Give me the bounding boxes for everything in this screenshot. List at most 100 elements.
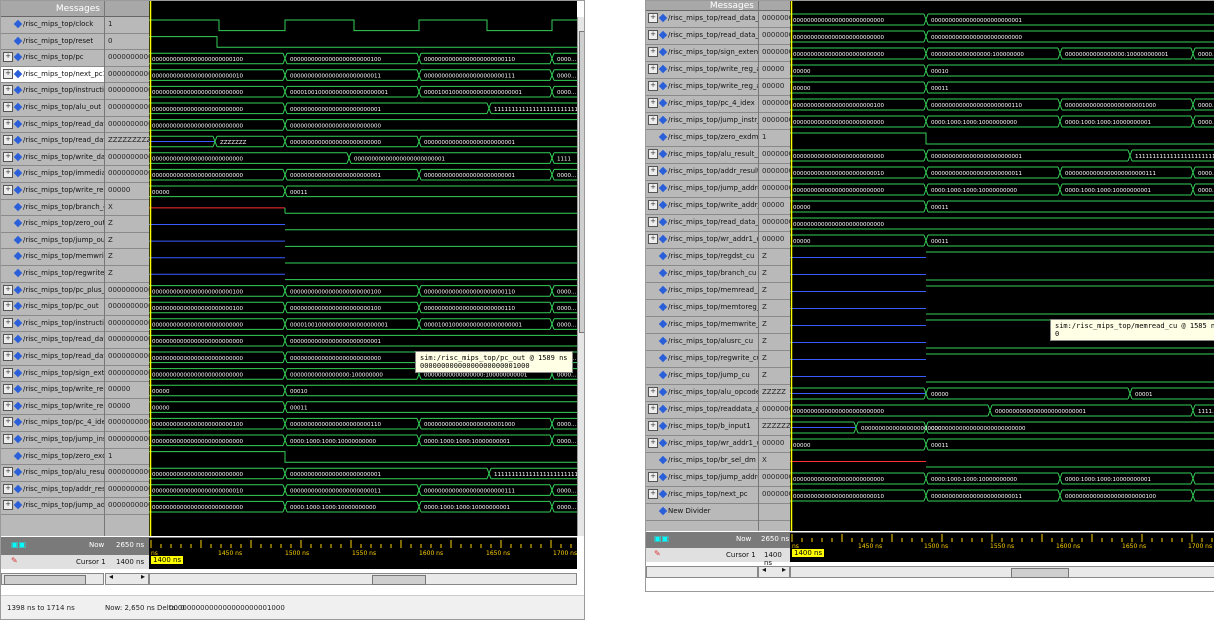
expand-icon[interactable]: + (3, 284, 13, 295)
expand-icon[interactable]: + (3, 417, 13, 428)
signal-name-row[interactable]: + /risc_mips_top/next_pc (646, 487, 758, 504)
signal-name-row[interactable]: /risc_mips_top/zero_exdm (646, 130, 758, 147)
signal-name-row[interactable]: /risc_mips_top/jump_out (1, 233, 104, 250)
expand-icon[interactable]: + (648, 387, 658, 397)
signal-name-row[interactable]: + /risc_mips_top/jump_instr_idex (646, 113, 758, 130)
right-cursor-track[interactable]: 1400 ns (790, 548, 1214, 562)
expand-icon[interactable]: + (3, 135, 13, 146)
signal-name-row[interactable]: + /risc_mips_top/pc_out (1, 299, 104, 316)
expand-icon[interactable]: + (3, 85, 13, 96)
signal-name-row[interactable]: + /risc_mips_top/write_reg_addr1_idex (1, 382, 104, 399)
signal-name-row[interactable]: /risc_mips_top/regdst_cu (646, 249, 758, 266)
expand-icon[interactable]: + (648, 421, 658, 431)
signal-name-row[interactable]: /risc_mips_top/regwrite_cu (646, 351, 758, 368)
signal-name-row[interactable]: + /risc_mips_top/write_addr_exdm (646, 198, 758, 215)
signal-name-row[interactable]: New Divider (646, 504, 758, 521)
signal-name-row[interactable]: + /risc_mips_top/read_data_dmwb (646, 215, 758, 232)
expand-icon[interactable]: + (648, 64, 658, 74)
right-hscroll-wave[interactable] (790, 566, 1214, 578)
signal-name-row[interactable]: /risc_mips_top/branch_cu (646, 266, 758, 283)
expand-icon[interactable]: + (3, 367, 13, 378)
signal-name-row[interactable]: + /risc_mips_top/write_data_out (1, 150, 104, 167)
signal-name-row[interactable]: + /risc_mips_top/read_data_1_idex (1, 332, 104, 349)
signal-name-row[interactable]: + /risc_mips_top/write_reg_addr1_idex (646, 79, 758, 96)
signal-name-row[interactable]: /risc_mips_top/regwrite_out (1, 266, 104, 283)
left-vscroll-thumb[interactable] (579, 31, 584, 333)
left-cursor-track[interactable]: 1400 ns (149, 555, 577, 569)
expand-icon[interactable]: + (3, 334, 13, 345)
expand-icon[interactable]: + (3, 434, 13, 444)
expand-icon[interactable]: + (648, 98, 658, 108)
signal-name-row[interactable]: + /risc_mips_top/jump_address_dm (646, 470, 758, 487)
expand-icon[interactable]: + (3, 351, 13, 361)
signal-name-row[interactable]: + /risc_mips_top/pc_4_idex (1, 415, 104, 432)
expand-icon[interactable]: + (648, 404, 658, 414)
signal-name-row[interactable]: + /risc_mips_top/alu_result_exdm (1, 465, 104, 482)
right-cursor-lock-icon[interactable]: ✎ (654, 549, 661, 558)
left-vertical-scrollbar[interactable] (577, 17, 584, 536)
left-waveform-area[interactable]: 00000000000000000000000100 00000000000000… (149, 1, 577, 536)
signal-name-row[interactable]: + /risc_mips_top/sign_extend_idex (646, 45, 758, 62)
signal-name-row[interactable]: /risc_mips_top/alusrc_cu (646, 334, 758, 351)
signal-name-row[interactable]: + /risc_mips_top/addr_result_exdm (646, 164, 758, 181)
expand-icon[interactable]: + (3, 52, 13, 63)
expand-icon[interactable]: + (3, 151, 13, 162)
expand-icon[interactable]: + (648, 149, 658, 159)
signal-name-row[interactable]: + /risc_mips_top/pc (1, 50, 104, 67)
left-wave-tools-icon[interactable]: ▣▣ (11, 540, 26, 549)
expand-icon[interactable]: + (648, 200, 658, 210)
signal-name-row[interactable]: /risc_mips_top/memwrite_out (1, 249, 104, 266)
expand-icon[interactable]: + (3, 168, 13, 179)
signal-name-row[interactable]: + /risc_mips_top/write_reg_out (1, 183, 104, 200)
signal-name-row[interactable]: + /risc_mips_top/alu_opcode_cu (646, 385, 758, 402)
right-wave-tools-icon[interactable]: ▣▣ (654, 534, 669, 543)
expand-icon[interactable]: + (3, 301, 13, 312)
signal-name-row[interactable]: + /risc_mips_top/addr_result_exdm (1, 482, 104, 499)
expand-icon[interactable]: + (648, 13, 658, 23)
signal-name-row[interactable]: + /risc_mips_top/jump_address_exdm (1, 498, 104, 515)
signal-name-row[interactable]: + /risc_mips_top/pc_plus_4_out_ifid (1, 283, 104, 300)
expand-icon[interactable]: + (3, 118, 13, 129)
signal-name-row[interactable]: + /risc_mips_top/instruction_out (1, 83, 104, 100)
signal-name-row[interactable]: /risc_mips_top/memwrite_cu (646, 317, 758, 334)
expand-icon[interactable]: + (648, 30, 658, 40)
signal-name-row[interactable]: /risc_mips_top/branch_out (1, 200, 104, 217)
signal-name-row[interactable]: + /risc_mips_top/write_reg_addr1_idex (646, 62, 758, 79)
expand-icon[interactable]: + (3, 483, 13, 494)
right-hscroll-thumb[interactable] (1011, 568, 1069, 578)
signal-name-row[interactable]: /risc_mips_top/jump_cu (646, 368, 758, 385)
right-waveform-area[interactable]: 00000000000000000000000000 00000000000000… (790, 1, 1214, 531)
expand-icon[interactable]: + (648, 47, 658, 57)
signal-name-row[interactable]: /risc_mips_top/br_sel_dm (646, 453, 758, 470)
signal-name-row[interactable]: + /risc_mips_top/read_data_2_idex (646, 28, 758, 45)
left-hscroll-wave[interactable] (149, 573, 577, 585)
signal-name-row[interactable]: + /risc_mips_top/wr_addr1_dmwb (646, 232, 758, 249)
left-hscroll-values[interactable]: ◂ ▸ (105, 572, 149, 585)
signal-name-row[interactable]: + /risc_mips_top/write_reg_addr1_idex (1, 399, 104, 416)
expand-icon[interactable]: + (648, 489, 658, 499)
signal-name-row[interactable]: + /risc_mips_top/read_data_2_idex (1, 349, 104, 366)
expand-icon[interactable]: + (648, 115, 658, 125)
signal-name-row[interactable]: + /risc_mips_top/instruction_ifid (1, 316, 104, 333)
signal-name-row[interactable]: + /risc_mips_top/read_data1_out (1, 117, 104, 134)
signal-name-row[interactable]: + /risc_mips_top/read_data2_out (1, 133, 104, 150)
expand-icon[interactable]: + (3, 384, 13, 395)
right-hscroll-names[interactable] (646, 566, 758, 578)
signal-name-row[interactable]: + /risc_mips_top/alu_out (1, 100, 104, 117)
expand-icon[interactable]: + (648, 183, 658, 193)
signal-name-row[interactable]: + /risc_mips_top/read_data_1_idex (646, 11, 758, 28)
expand-icon[interactable]: + (648, 166, 658, 176)
left-hscroll-names[interactable] (1, 573, 104, 585)
signal-name-row[interactable]: /risc_mips_top/memread_cu (646, 283, 758, 300)
expand-icon[interactable]: + (3, 185, 13, 195)
expand-icon[interactable]: + (648, 81, 658, 91)
expand-icon[interactable]: + (3, 400, 13, 411)
signal-name-row[interactable]: + /risc_mips_top/alu_result_exdm (646, 147, 758, 164)
expand-icon[interactable]: + (3, 68, 13, 79)
signal-name-row[interactable]: + /risc_mips_top/pc_4_idex (646, 96, 758, 113)
signal-name-row[interactable]: + /risc_mips_top/jump_instr_idex (1, 432, 104, 449)
left-hscroll-thumb[interactable] (372, 575, 426, 585)
signal-name-row[interactable]: + /risc_mips_top/readdata_alu_wb (646, 402, 758, 419)
signal-name-row[interactable]: + /risc_mips_top/jump_address_exdm (646, 181, 758, 198)
signal-name-row[interactable]: /risc_mips_top/clock (1, 17, 104, 34)
